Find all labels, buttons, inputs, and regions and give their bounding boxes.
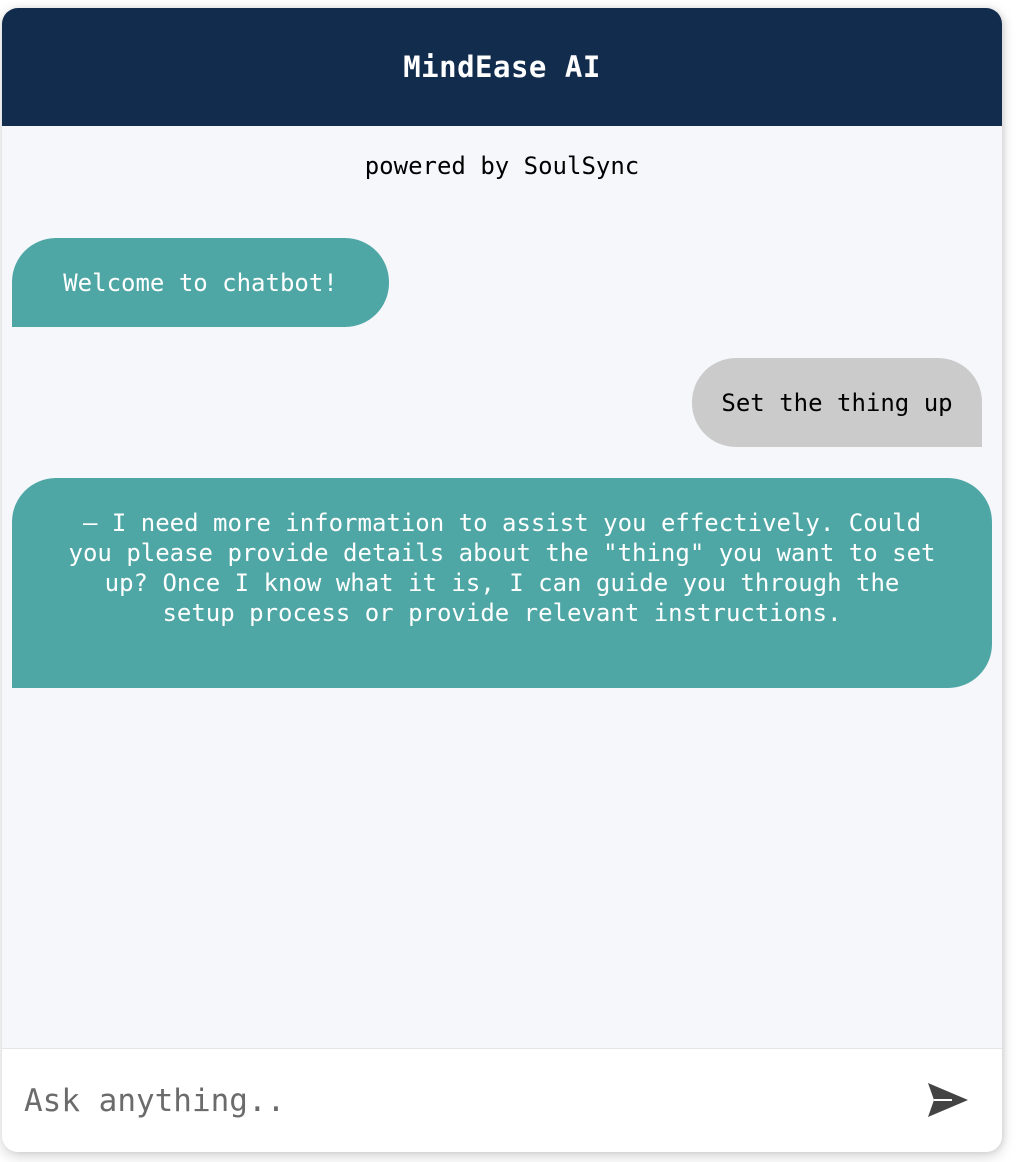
- message-text: Set the thing up: [721, 388, 953, 417]
- send-icon: [928, 1083, 968, 1117]
- user-message-bubble: Set the thing up: [692, 358, 982, 447]
- bot-message-bubble: Welcome to chatbot!: [12, 238, 389, 327]
- bot-message-bubble: — I need more information to assist you …: [12, 478, 992, 688]
- message-composer: [2, 1048, 1002, 1152]
- chat-header: MindEase AI: [2, 8, 1002, 126]
- message-text: — I need more information to assist you …: [68, 509, 936, 627]
- chat-window: MindEase AI powered by SoulSync Welcome …: [2, 8, 1002, 1152]
- app-title: MindEase AI: [403, 50, 601, 84]
- powered-by-label: powered by SoulSync: [364, 152, 640, 180]
- send-button[interactable]: [922, 1075, 974, 1125]
- message-input[interactable]: [22, 1070, 886, 1132]
- message-text: Welcome to chatbot!: [63, 268, 338, 297]
